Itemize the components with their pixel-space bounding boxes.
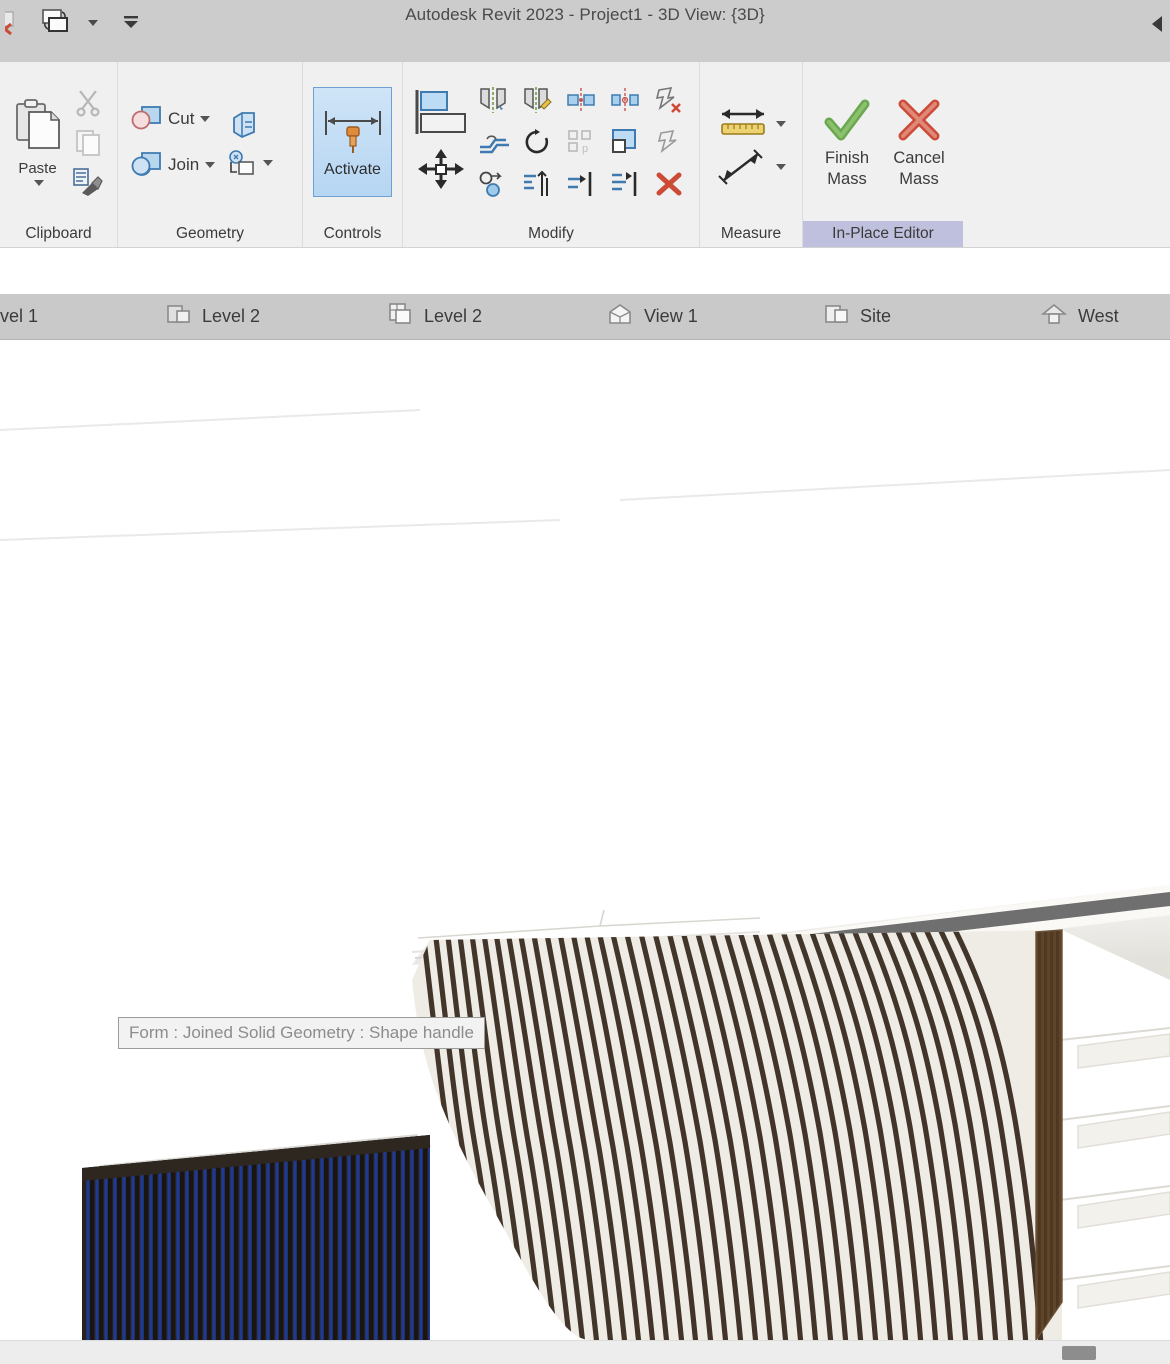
ribbon-panel-controls: Activate Controls <box>303 62 403 247</box>
chevron-down-icon[interactable] <box>776 120 786 127</box>
horizontal-scroll-thumb[interactable] <box>1062 1346 1096 1360</box>
pin-button[interactable] <box>650 123 688 161</box>
unpin-button[interactable] <box>650 81 688 119</box>
3d-viewport[interactable]: Form : Joined Solid Geometry : Shape han… <box>0 340 1170 1340</box>
view-tab-west[interactable]: West <box>1026 294 1166 340</box>
window-title: Autodesk Revit 2023 - Project1 - 3D View… <box>405 5 765 24</box>
ribbon: Paste Clipboard Cut Join Geometry Activa… <box>0 62 1170 248</box>
view-tab-site-label: Site <box>860 306 892 326</box>
chevron-down-icon[interactable] <box>263 159 274 166</box>
cancel-mass-label-line1: Cancel <box>893 149 945 168</box>
finish-mass-button[interactable]: Finish Mass <box>813 94 881 188</box>
view-tab-level-1[interactable]: vel 1 <box>0 294 152 340</box>
panel-title-modify: Modify <box>528 225 574 242</box>
copy-element-button[interactable] <box>474 165 512 203</box>
chevron-down-icon[interactable] <box>776 163 786 170</box>
three-d-view-icon <box>606 302 634 331</box>
ribbon-panel-in-place-editor: Finish Mass Cancel Mass In-Place Editor <box>803 62 963 247</box>
view-tab-bar: vel 1 Level 2 Level 2 View 1 Site West <box>0 294 1170 340</box>
trim-extend-corner-button[interactable] <box>606 165 644 203</box>
cancel-mass-label-line2: Mass <box>899 169 939 188</box>
split-with-gap-button[interactable] <box>606 81 644 119</box>
ribbon-panel-geometry: Cut Join Geometry <box>118 62 303 247</box>
measure-along-element-button[interactable] <box>716 146 786 188</box>
floor-plan-icon <box>166 302 192 331</box>
status-bar <box>0 1340 1170 1364</box>
panel-title-in-place-editor: In-Place Editor <box>803 221 963 247</box>
left-arrow-icon[interactable] <box>1152 16 1162 32</box>
chevron-down-icon[interactable] <box>200 115 211 122</box>
modify-tools-grid: p <box>471 79 691 205</box>
view-tab-west-label: West <box>1078 306 1119 326</box>
viewport-guide-lines <box>0 409 1170 541</box>
panel-title-controls: Controls <box>323 225 382 242</box>
trim-extend-multiple-button[interactable] <box>518 165 556 203</box>
delete-button[interactable] <box>650 165 688 203</box>
panel-title-geometry: Geometry <box>175 225 245 242</box>
element-tooltip: Form : Joined Solid Geometry : Shape han… <box>118 1017 485 1049</box>
ceiling-plan-icon <box>388 302 414 331</box>
array-button[interactable]: p <box>562 123 600 161</box>
join-geometry-button[interactable]: Join <box>128 143 216 187</box>
view-tab-level-2-b[interactable]: Level 2 <box>374 294 592 340</box>
scale-button[interactable] <box>606 123 644 161</box>
paste-button[interactable]: Paste <box>10 98 65 186</box>
match-type-button[interactable] <box>69 163 107 201</box>
cut-geometry-label: Cut <box>168 108 195 128</box>
wavy-louver-form[interactable] <box>400 714 1080 1340</box>
cut-geometry-button[interactable]: Cut <box>128 97 215 141</box>
offset-button[interactable] <box>474 123 512 161</box>
chevron-down-icon[interactable] <box>205 161 216 168</box>
activate-button-label: Activate <box>324 160 381 178</box>
ribbon-panel-measure: Measure <box>700 62 803 247</box>
split-face-button[interactable] <box>225 148 274 178</box>
view-tab-level-1-label: vel 1 <box>0 306 39 326</box>
ribbon-panel-clipboard: Paste Clipboard <box>0 62 118 247</box>
chevron-down-icon[interactable] <box>33 179 44 186</box>
view-tab-level-2-a-label: Level 2 <box>202 306 261 326</box>
move-button[interactable] <box>416 147 466 196</box>
title-bar: Autodesk Revit 2023 - Project1 - 3D View… <box>0 0 1170 62</box>
mirror-draw-axis-button[interactable] <box>518 81 556 119</box>
rotate-button[interactable] <box>518 123 556 161</box>
form-end-face-wood <box>1035 929 1063 1340</box>
ribbon-panel-modify: p Modify <box>403 62 700 247</box>
view-tab-site[interactable]: Site <box>810 294 1026 340</box>
join-geometry-label: Join <box>168 154 200 174</box>
measure-between-references-button[interactable] <box>716 104 786 144</box>
finish-mass-label-line2: Mass <box>827 169 867 188</box>
view-tab-level-2-b-label: Level 2 <box>424 306 483 326</box>
paste-button-label: Paste <box>18 159 57 177</box>
copy-button[interactable] <box>69 123 107 161</box>
elevation-icon <box>1040 302 1068 331</box>
demolish-button[interactable] <box>225 106 263 144</box>
panel-title-clipboard: Clipboard <box>25 225 92 242</box>
align-button[interactable] <box>413 88 469 141</box>
trim-extend-single-button[interactable] <box>562 165 600 203</box>
view-tab-level-2-a[interactable]: Level 2 <box>152 294 374 340</box>
finish-mass-label-line1: Finish <box>824 149 869 168</box>
view-tab-view-1-label: View 1 <box>644 306 698 326</box>
site-plan-icon <box>824 302 850 331</box>
3d-model-render <box>0 409 1170 1340</box>
view-tab-view-1[interactable]: View 1 <box>592 294 810 340</box>
revit-application-window: Autodesk Revit 2023 - Project1 - 3D View… <box>0 0 1170 1364</box>
panel-title-measure: Measure <box>720 225 782 242</box>
activate-button[interactable]: Activate <box>313 86 392 197</box>
cancel-mass-button[interactable]: Cancel Mass <box>885 94 953 188</box>
mirror-pick-axis-button[interactable] <box>474 81 512 119</box>
split-element-button[interactable] <box>562 81 600 119</box>
cut-button[interactable] <box>69 83 107 121</box>
svg-text:p: p <box>582 143 588 155</box>
